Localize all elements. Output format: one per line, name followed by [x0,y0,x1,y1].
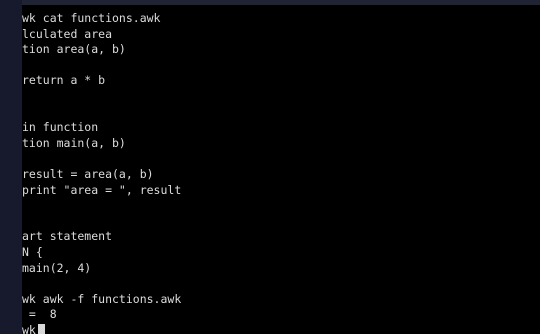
terminal-line: return a * b [22,73,106,88]
terminal-line: art statement [22,229,113,244]
text-cursor [37,323,45,334]
terminal-line: wk cat functions.awk [22,11,161,25]
terminal-line: N { [22,244,43,259]
window-left-edge [0,0,22,334]
terminal-line: tion area(a, b) [22,42,126,57]
terminal-line: print "area = ", result [22,182,182,197]
terminal-line: = 8 [22,307,57,322]
terminal-output: wk cat functions.awk lculated area tion … [22,11,181,334]
terminal-line: tion main(a, b) [22,135,126,150]
terminal-line: in function [22,120,99,135]
terminal-line: main(2, 4) [22,260,92,275]
prompt-text: wk [22,322,36,334]
terminal-window[interactable]: wk cat functions.awk lculated area tion … [22,5,540,334]
terminal-line: lculated area [22,26,113,41]
terminal-line: result = area(a, b) [22,166,154,181]
terminal-line: wk awk -f functions.awk [22,291,182,306]
terminal-prompt-line[interactable]: wk [22,323,181,334]
